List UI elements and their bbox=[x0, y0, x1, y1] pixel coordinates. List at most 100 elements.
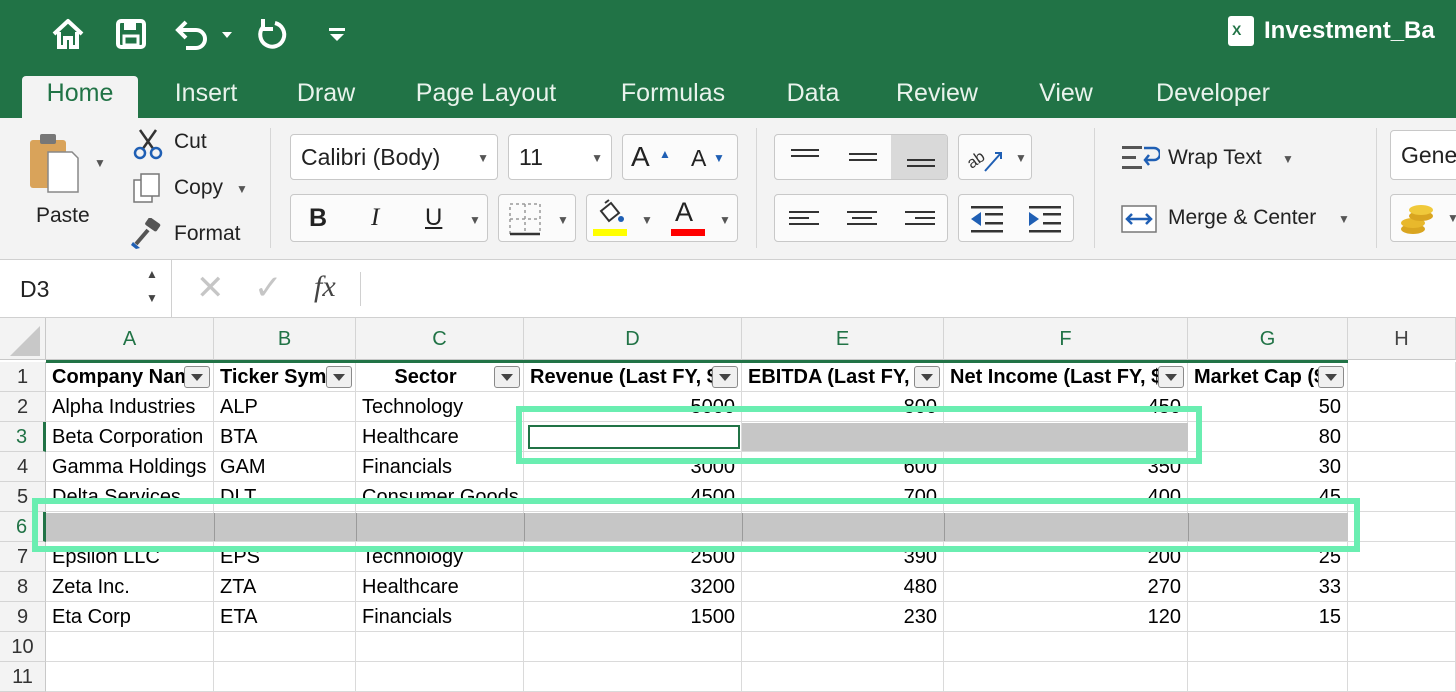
insert-function-button[interactable]: fx bbox=[314, 270, 336, 304]
row-header-11[interactable]: 11 bbox=[0, 662, 46, 692]
align-right-button[interactable] bbox=[891, 195, 947, 241]
table-cell[interactable]: Financials bbox=[356, 602, 524, 632]
wrap-text-dropdown-icon[interactable]: ▼ bbox=[1282, 152, 1294, 166]
table-cell[interactable] bbox=[46, 662, 214, 692]
table-cell[interactable]: Financials bbox=[356, 452, 524, 482]
align-middle-button[interactable] bbox=[833, 135, 891, 179]
empty-cell[interactable] bbox=[1348, 392, 1456, 422]
conditional-formatting-dropdown-icon[interactable]: ▼ bbox=[1447, 211, 1456, 225]
table-header-cell[interactable]: Company Nam bbox=[46, 362, 214, 392]
column-header-e[interactable]: E bbox=[742, 318, 944, 360]
empty-cell[interactable] bbox=[1348, 362, 1456, 392]
filter-dropdown-icon[interactable] bbox=[1318, 366, 1344, 388]
table-cell[interactable]: 15 bbox=[1188, 602, 1348, 632]
select-all-button[interactable] bbox=[0, 318, 46, 360]
table-cell[interactable]: Zeta Inc. bbox=[46, 572, 214, 602]
table-cell[interactable] bbox=[214, 662, 356, 692]
filter-dropdown-icon[interactable] bbox=[712, 366, 738, 388]
paste-button[interactable]: Paste bbox=[36, 204, 90, 228]
table-header-cell[interactable]: EBITDA (Last FY, $I bbox=[742, 362, 944, 392]
table-cell[interactable]: 80 bbox=[1188, 422, 1348, 452]
row-header-10[interactable]: 10 bbox=[0, 632, 46, 662]
column-header-c[interactable]: C bbox=[356, 318, 524, 360]
spreadsheet-grid[interactable]: A B C D E F G H 1 Company Nam Ticker Symb Sector Rev… bbox=[0, 318, 1456, 692]
font-size-dropdown-icon[interactable]: ▼ bbox=[591, 151, 603, 165]
row-header-1[interactable]: 1 bbox=[0, 362, 46, 392]
conditional-formatting-button[interactable]: ▼ bbox=[1390, 194, 1456, 242]
merge-center-button[interactable]: Merge & Center bbox=[1168, 206, 1316, 230]
table-header-cell[interactable]: Revenue (Last FY, $I bbox=[524, 362, 742, 392]
undo-icon[interactable] bbox=[174, 14, 234, 54]
filter-dropdown-icon[interactable] bbox=[184, 366, 210, 388]
table-header-cell[interactable]: Sector bbox=[356, 362, 524, 392]
empty-cell[interactable] bbox=[1348, 422, 1456, 452]
table-cell[interactable]: ETA bbox=[214, 602, 356, 632]
column-header-d[interactable]: D bbox=[524, 318, 742, 360]
bold-button[interactable]: B bbox=[309, 204, 327, 233]
table-cell[interactable] bbox=[46, 632, 214, 662]
fill-color-icon[interactable] bbox=[595, 199, 625, 229]
copy-button[interactable]: Copy bbox=[174, 176, 223, 200]
font-name-select[interactable]: Calibri (Body) ▼ bbox=[290, 134, 498, 180]
table-cell[interactable] bbox=[524, 662, 742, 692]
home-icon[interactable] bbox=[50, 14, 86, 54]
borders-dropdown-icon[interactable]: ▼ bbox=[557, 213, 569, 227]
copy-icon[interactable] bbox=[132, 172, 162, 204]
table-cell[interactable]: Healthcare bbox=[356, 572, 524, 602]
tab-data[interactable]: Data bbox=[772, 76, 854, 118]
table-cell[interactable]: ZTA bbox=[214, 572, 356, 602]
confirm-entry-icon[interactable]: ✓ bbox=[254, 268, 283, 308]
table-cell[interactable]: Eta Corp bbox=[46, 602, 214, 632]
table-cell[interactable]: Beta Corporation bbox=[46, 422, 214, 452]
tab-draw[interactable]: Draw bbox=[282, 76, 370, 118]
empty-cell[interactable] bbox=[1348, 632, 1456, 662]
align-left-button[interactable] bbox=[775, 195, 833, 241]
column-header-g[interactable]: G bbox=[1188, 318, 1348, 360]
paste-dropdown-icon[interactable]: ▼ bbox=[94, 156, 106, 170]
table-cell[interactable]: 30 bbox=[1188, 452, 1348, 482]
table-cell[interactable]: 33 bbox=[1188, 572, 1348, 602]
table-cell[interactable]: BTA bbox=[214, 422, 356, 452]
tab-formulas[interactable]: Formulas bbox=[604, 76, 742, 118]
empty-cell[interactable] bbox=[1348, 662, 1456, 692]
tab-developer[interactable]: Developer bbox=[1138, 76, 1288, 118]
table-cell[interactable] bbox=[1188, 632, 1348, 662]
decrease-indent-icon[interactable] bbox=[967, 204, 1007, 234]
table-cell[interactable] bbox=[356, 632, 524, 662]
row-header-3[interactable]: 3 bbox=[0, 422, 46, 452]
table-cell[interactable]: 120 bbox=[944, 602, 1188, 632]
name-box-up-icon[interactable]: ▲ bbox=[146, 266, 158, 282]
tab-home[interactable]: Home bbox=[22, 76, 138, 118]
filter-dropdown-icon[interactable] bbox=[1158, 366, 1184, 388]
orientation-dropdown-icon[interactable]: ▼ bbox=[1015, 151, 1027, 165]
table-cell[interactable]: Alpha Industries bbox=[46, 392, 214, 422]
table-cell[interactable] bbox=[742, 662, 944, 692]
table-cell[interactable]: 1500 bbox=[524, 602, 742, 632]
filter-dropdown-icon[interactable] bbox=[914, 366, 940, 388]
copy-dropdown-icon[interactable]: ▼ bbox=[236, 182, 248, 196]
table-cell[interactable]: GAM bbox=[214, 452, 356, 482]
wrap-text-icon[interactable] bbox=[1120, 142, 1162, 176]
column-header-f[interactable]: F bbox=[944, 318, 1188, 360]
merge-center-dropdown-icon[interactable]: ▼ bbox=[1338, 212, 1350, 226]
paste-icon[interactable] bbox=[26, 132, 80, 194]
row-header-9[interactable]: 9 bbox=[0, 602, 46, 632]
cut-button[interactable]: Cut bbox=[174, 130, 207, 154]
italic-button[interactable]: I bbox=[371, 204, 379, 232]
empty-cell[interactable] bbox=[1348, 572, 1456, 602]
table-cell[interactable] bbox=[742, 632, 944, 662]
underline-button[interactable]: U bbox=[425, 204, 442, 232]
table-cell[interactable]: 230 bbox=[742, 602, 944, 632]
align-bottom-button[interactable] bbox=[891, 135, 947, 179]
font-color-dropdown-icon[interactable]: ▼ bbox=[719, 213, 731, 227]
name-box[interactable]: D3 ▲ ▼ bbox=[0, 260, 172, 318]
font-size-select[interactable]: 11 ▼ bbox=[508, 134, 612, 180]
empty-cell[interactable] bbox=[1348, 482, 1456, 512]
font-color-button[interactable]: A bbox=[675, 197, 693, 228]
scissors-icon[interactable] bbox=[132, 128, 164, 160]
format-painter-button[interactable]: Format bbox=[174, 222, 241, 246]
orientation-button[interactable]: ab ▼ bbox=[958, 134, 1032, 180]
tab-page-layout[interactable]: Page Layout bbox=[398, 76, 574, 118]
table-cell[interactable] bbox=[944, 632, 1188, 662]
align-center-button[interactable] bbox=[833, 195, 891, 241]
